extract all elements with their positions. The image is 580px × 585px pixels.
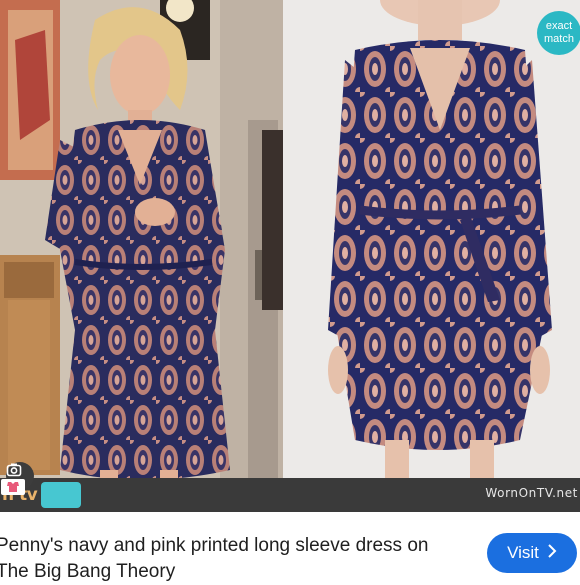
product-image[interactable]: n tv WornOnTV.net exact match (0, 0, 580, 512)
watermark-right: WornOnTV.net (485, 486, 578, 500)
visit-button[interactable]: Visit (487, 533, 577, 573)
badge-line-1: exact (545, 20, 573, 32)
exact-match-badge: exact match (537, 11, 580, 55)
visit-button-label: Visit (507, 543, 539, 562)
badge-line-2: match (544, 33, 574, 45)
dress-comparison-photo (0, 0, 580, 512)
chevron-right-icon (547, 543, 557, 563)
tv-logo-icon (1, 479, 82, 508)
product-caption[interactable]: Penny's navy and pink printed long sleev… (0, 533, 466, 585)
watermark-left: n tv (0, 478, 82, 512)
